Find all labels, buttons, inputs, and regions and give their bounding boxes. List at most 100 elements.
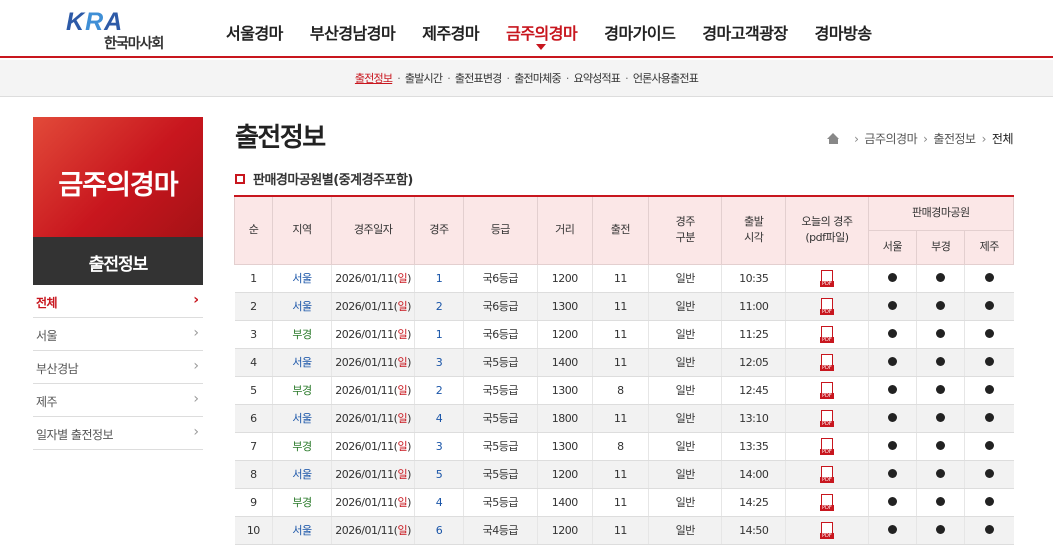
- cell-race[interactable]: 3: [414, 348, 464, 377]
- kra-logo[interactable]: KRA 한국마사회: [66, 8, 186, 53]
- cell-entries: 11: [591, 264, 649, 293]
- pdf-icon[interactable]: PDF: [819, 493, 834, 511]
- cell-race[interactable]: 3: [414, 432, 464, 461]
- col-race: 경주: [414, 195, 464, 265]
- sidebar-item-label: 일자별 출전정보: [36, 428, 114, 442]
- cell-race[interactable]: 5: [414, 460, 464, 489]
- cell-race[interactable]: 2: [414, 292, 464, 321]
- cell-date: 2026/01/11(일): [330, 264, 415, 293]
- pdf-icon[interactable]: PDF: [819, 353, 834, 371]
- cell-no: 7: [234, 432, 273, 461]
- cell-race-type: 일반: [648, 488, 722, 517]
- pdf-icon[interactable]: PDF: [819, 381, 834, 399]
- sidebar-banner-subtitle: 출전정보: [88, 255, 149, 275]
- dot-icon: [936, 272, 946, 282]
- cell-park-seoul: [867, 404, 917, 433]
- nav-broadcast[interactable]: 경마방송: [801, 20, 885, 44]
- cell-no: 8: [234, 460, 273, 489]
- cell-no: 3: [234, 320, 273, 349]
- pdf-icon[interactable]: PDF: [819, 409, 834, 427]
- dot-icon: [984, 272, 994, 282]
- cell-race[interactable]: 2: [414, 376, 464, 405]
- cell-region[interactable]: 부경: [272, 376, 332, 405]
- chevron-right-icon: ›: [193, 358, 199, 374]
- sidebar-item-all[interactable]: 전체 ›: [33, 285, 203, 318]
- cell-race-type: 일반: [648, 292, 722, 321]
- cell-park-seoul: [867, 432, 917, 461]
- nav-busan[interactable]: 부산경남경마: [296, 20, 408, 44]
- cell-race[interactable]: 4: [414, 488, 464, 517]
- cell-date: 2026/01/11(일): [330, 404, 415, 433]
- cell-region[interactable]: 서울: [272, 348, 332, 377]
- chevron-right-icon: ›: [193, 424, 199, 440]
- logo-text: 한국마사회: [104, 36, 164, 52]
- cell-region[interactable]: 부경: [272, 488, 332, 517]
- cell-region[interactable]: 서울: [272, 264, 332, 293]
- home-icon[interactable]: [827, 133, 840, 144]
- subnav-press[interactable]: 언론사용출전표: [633, 72, 699, 85]
- race-table-body: 1 서울 2026/01/11(일) 1 국6등급 1200 11 일반 10:35 PDF 2 서울…: [234, 264, 1014, 545]
- nav-seoul[interactable]: 서울경마: [212, 20, 296, 44]
- sidebar-menu: 전체 › 서울 › 부산경남 › 제주 › 일자별 출전정보 ›: [33, 285, 203, 450]
- cell-grade: 국6등급: [462, 292, 538, 321]
- nav-customer[interactable]: 경마고객광장: [688, 20, 800, 44]
- nav-guide[interactable]: 경마가이드: [590, 20, 688, 44]
- cell-park-seoul: [867, 348, 917, 377]
- col-entries: 출전: [591, 195, 650, 265]
- nav-jeju[interactable]: 제주경마: [408, 20, 492, 44]
- nav-this-week[interactable]: 금주의경마: [492, 20, 590, 50]
- subnav-summary[interactable]: 요약성적표: [574, 72, 621, 85]
- table-row: 2 서울 2026/01/11(일) 2 국6등급 1300 11 일반 11:00 PDF: [234, 292, 1014, 321]
- subnav-start-time[interactable]: 출발시간: [405, 72, 443, 85]
- dot-icon: [984, 328, 994, 338]
- pdf-icon[interactable]: PDF: [819, 437, 834, 455]
- pdf-icon[interactable]: PDF: [819, 465, 834, 483]
- cell-race[interactable]: 4: [414, 404, 464, 433]
- col-start-time: 출발 시각: [721, 195, 787, 265]
- pdf-icon[interactable]: PDF: [819, 521, 834, 539]
- cell-race[interactable]: 1: [414, 264, 464, 293]
- pdf-icon[interactable]: PDF: [819, 269, 834, 287]
- cell-distance: 1400: [536, 488, 593, 517]
- cell-pdf: PDF: [785, 460, 869, 489]
- table-row: 10 서울 2026/01/11(일) 6 국4등급 1200 11 일반 14:50 PDF: [234, 516, 1014, 545]
- sidebar-item-seoul[interactable]: 서울 ›: [33, 318, 203, 351]
- dot-icon: [887, 412, 897, 422]
- cell-region[interactable]: 부경: [272, 432, 332, 461]
- cell-pdf: PDF: [785, 320, 869, 349]
- cell-date: 2026/01/11(일): [330, 320, 415, 349]
- dot-icon: [887, 300, 897, 310]
- nav-this-week-label: 금주의경마: [506, 24, 578, 43]
- breadcrumb-item[interactable]: 출전정보: [933, 130, 976, 147]
- cell-park-jeju: [964, 404, 1014, 433]
- table-row: 5 부경 2026/01/11(일) 2 국5등급 1300 8 일반 12:45 PDF: [234, 376, 1014, 405]
- cell-entries: 11: [591, 292, 649, 321]
- cell-region[interactable]: 부경: [272, 320, 332, 349]
- sidebar-item-jeju[interactable]: 제주 ›: [33, 384, 203, 417]
- col-date: 경주일자: [330, 195, 416, 265]
- cell-region[interactable]: 서울: [272, 292, 332, 321]
- sidebar-item-busan[interactable]: 부산경남 ›: [33, 351, 203, 384]
- cell-race[interactable]: 1: [414, 320, 464, 349]
- cell-region[interactable]: 서울: [272, 404, 332, 433]
- subnav-entry-change[interactable]: 출전표변경: [455, 72, 502, 85]
- cell-race[interactable]: 6: [414, 516, 464, 545]
- cell-race-type: 일반: [648, 516, 722, 545]
- cell-entries: 11: [591, 404, 649, 433]
- breadcrumb-item[interactable]: 금주의경마: [864, 130, 917, 147]
- subnav-horse-weight[interactable]: 출전마체중: [514, 72, 561, 85]
- sub-nav: 출전정보 · 출발시간 · 출전표변경 · 출전마체중 · 요약성적표 · 언론사용출전표: [0, 60, 1053, 97]
- cell-distance: 1300: [536, 432, 593, 461]
- subnav-entry-info[interactable]: 출전정보: [355, 72, 393, 85]
- cell-grade: 국5등급: [462, 488, 538, 517]
- sidebar-item-by-date[interactable]: 일자별 출전정보 ›: [33, 417, 203, 450]
- subnav-item: · 출전표변경: [447, 72, 502, 85]
- cell-pdf: PDF: [785, 292, 869, 321]
- cell-race-type: 일반: [648, 320, 722, 349]
- cell-region[interactable]: 서울: [272, 516, 332, 545]
- pdf-icon[interactable]: PDF: [819, 297, 834, 315]
- cell-race-type: 일반: [648, 404, 722, 433]
- col-parks: 판매경마공원: [867, 195, 1015, 231]
- pdf-icon[interactable]: PDF: [819, 325, 834, 343]
- cell-region[interactable]: 서울: [272, 460, 332, 489]
